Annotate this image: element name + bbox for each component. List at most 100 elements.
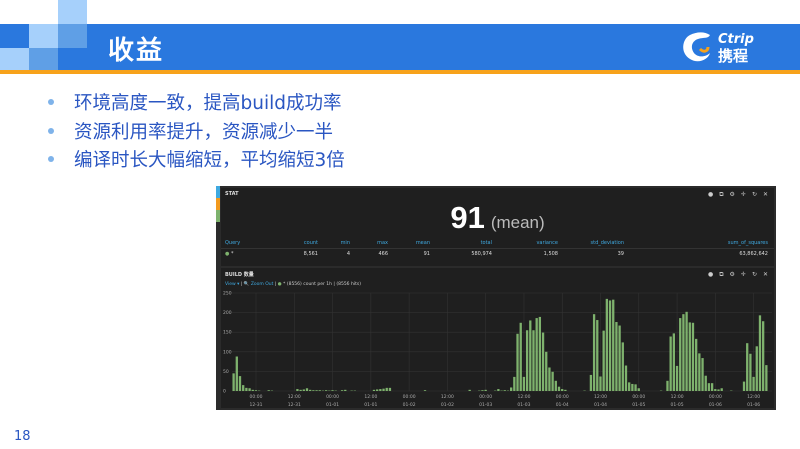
bar bbox=[551, 371, 554, 391]
stat-cell: 1,508 bbox=[543, 251, 558, 257]
bullet-item: 资源利用率提升，资源减少一半 bbox=[44, 117, 345, 146]
bar bbox=[695, 338, 698, 391]
bar bbox=[755, 346, 758, 391]
bullet-text: 编译时长大幅缩短，平均缩短3倍 bbox=[74, 150, 345, 172]
x-tick-label: 12:00 bbox=[594, 394, 607, 400]
x-tick-label: 00:00 bbox=[632, 394, 645, 400]
stat-label: (mean) bbox=[490, 213, 545, 232]
stat-cell: 4 bbox=[346, 251, 350, 257]
bar bbox=[516, 333, 519, 391]
bar bbox=[299, 389, 302, 391]
stat-panel: STAT ● ⧉ ⚙ ✛ ↻ ✕ 91 (mean) Query ● * count 8,561 m… bbox=[221, 188, 774, 266]
bar bbox=[312, 390, 315, 391]
bullet-icon bbox=[48, 99, 54, 106]
bar bbox=[749, 353, 752, 391]
x-tick-label: 01-04 bbox=[556, 402, 569, 408]
bar bbox=[752, 376, 755, 391]
bar bbox=[525, 330, 529, 391]
move-icon[interactable]: ✛ bbox=[741, 191, 746, 199]
x-tick-label: 12:00 bbox=[364, 394, 377, 400]
bullet-icon bbox=[48, 127, 54, 134]
bullet-text: 环境高度一致，提高build成功率 bbox=[74, 93, 342, 115]
stat-cell: 91 bbox=[423, 251, 430, 257]
decor-square bbox=[58, 24, 87, 48]
bar bbox=[423, 390, 427, 391]
bar bbox=[742, 381, 746, 391]
bar bbox=[701, 358, 704, 391]
bullet-icon bbox=[48, 156, 54, 163]
stat-column-header: Query bbox=[225, 240, 241, 246]
info-icon[interactable]: ● bbox=[708, 191, 713, 199]
dashboard-screenshot: STAT ● ⧉ ⚙ ✛ ↻ ✕ 91 (mean) Query ● * count 8,561 m… bbox=[216, 186, 776, 410]
bar bbox=[267, 390, 270, 391]
x-tick-label: 00:00 bbox=[326, 394, 339, 400]
build-chart: 0 50 100 150 200 250 00:00 12-31 12:00 12-31 00:00… bbox=[223, 291, 772, 408]
bar bbox=[637, 388, 640, 391]
bar bbox=[382, 388, 385, 391]
bar bbox=[519, 322, 522, 391]
refresh-icon[interactable]: ↻ bbox=[752, 191, 757, 199]
x-tick-label: 01-02 bbox=[441, 402, 454, 408]
bar bbox=[605, 298, 608, 391]
color-strip bbox=[216, 198, 220, 210]
x-tick-label: 01-06 bbox=[747, 402, 760, 408]
ctrip-logo: Ctrip 携程 bbox=[683, 32, 754, 65]
stat-column-header: total bbox=[480, 240, 492, 246]
bar bbox=[698, 353, 701, 391]
bar bbox=[554, 380, 557, 391]
bar bbox=[232, 373, 235, 391]
stat-value: 91 (mean) bbox=[221, 200, 774, 236]
bar bbox=[529, 320, 532, 391]
series-dot-icon: ● bbox=[225, 251, 230, 257]
bar bbox=[628, 382, 631, 391]
bar bbox=[631, 383, 634, 391]
stat-column-header: std_deviation bbox=[590, 240, 624, 246]
panel-toolbar: ● ⧉ ⚙ ✛ ↻ ✕ bbox=[708, 191, 768, 199]
gear-icon[interactable]: ⚙ bbox=[730, 191, 735, 199]
bar bbox=[707, 383, 711, 391]
x-tick-label: 12-31 bbox=[249, 402, 262, 408]
bar bbox=[535, 318, 538, 391]
slide-title: 收益 bbox=[108, 36, 165, 66]
bar bbox=[331, 390, 334, 391]
close-icon[interactable]: ✕ bbox=[763, 191, 768, 199]
build-panel: BUILD 数量 ● ⧉ ⚙ ✛ ↻ ✕ View ▾ | 🔍 Zoom Out | ● … bbox=[221, 268, 774, 408]
x-tick-label: 00:00 bbox=[250, 394, 263, 400]
bar bbox=[618, 325, 621, 391]
x-tick-label: 01-02 bbox=[403, 402, 416, 408]
bar bbox=[679, 318, 682, 391]
bar bbox=[372, 389, 376, 391]
decor-square bbox=[29, 24, 58, 48]
stat-cell: 39 bbox=[617, 251, 624, 257]
bar bbox=[340, 390, 344, 391]
y-tick-label: 0 bbox=[223, 389, 226, 395]
bullet-item: 编译时长大幅缩短，平均缩短3倍 bbox=[44, 145, 345, 174]
copy-icon[interactable]: ⧉ bbox=[719, 191, 723, 199]
bar bbox=[685, 311, 688, 391]
bar bbox=[468, 389, 471, 391]
bar bbox=[388, 387, 392, 391]
x-tick-label: 01-03 bbox=[479, 402, 492, 408]
bar bbox=[324, 390, 328, 391]
bar bbox=[296, 389, 299, 391]
bar bbox=[254, 390, 258, 391]
x-tick-label: 12:00 bbox=[441, 394, 454, 400]
x-tick-label: 12:00 bbox=[517, 394, 530, 400]
bar bbox=[513, 376, 516, 391]
stat-column-header: mean bbox=[415, 240, 430, 246]
x-tick-label: 01-01 bbox=[326, 402, 339, 408]
y-tick-label: 150 bbox=[223, 330, 232, 336]
bar bbox=[497, 389, 500, 391]
x-tick-label: 00:00 bbox=[403, 394, 416, 400]
stat-column-header: min bbox=[340, 240, 350, 246]
stat-cell: * bbox=[231, 251, 234, 257]
stat-column-header: count bbox=[303, 240, 318, 246]
bar bbox=[608, 300, 612, 391]
x-tick-label: 00:00 bbox=[479, 394, 492, 400]
bar bbox=[666, 380, 669, 391]
bar bbox=[561, 389, 564, 391]
stat-cell: 580,974 bbox=[471, 251, 492, 257]
bar bbox=[522, 376, 526, 391]
bar bbox=[682, 314, 685, 391]
y-tick-label: 50 bbox=[223, 369, 229, 375]
